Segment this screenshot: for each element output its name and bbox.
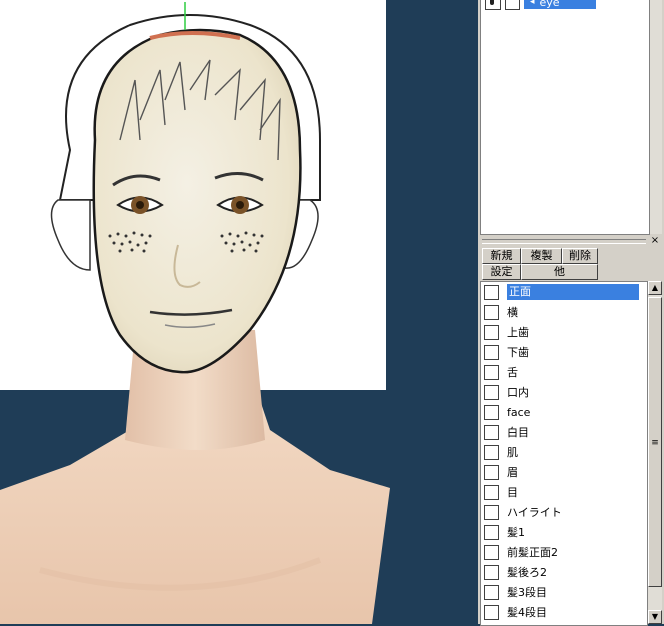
material-checkbox[interactable] [484, 444, 499, 460]
material-row[interactable]: 口内 [481, 383, 647, 401]
material-label: 前髪正面2 [507, 546, 558, 559]
new-button[interactable]: 新規 [482, 248, 521, 264]
other-button[interactable]: 他 [521, 264, 598, 280]
splitter-grip [482, 239, 646, 244]
duplicate-button[interactable]: 複製 [521, 248, 562, 264]
material-label: 白目 [507, 426, 529, 439]
material-checkbox[interactable] [484, 584, 499, 600]
material-row[interactable]: face [481, 403, 647, 421]
material-row[interactable]: 髪1 [481, 523, 647, 541]
material-row[interactable]: 上歯 [481, 323, 647, 341]
3d-viewport[interactable] [0, 0, 478, 624]
material-row[interactable]: 髪4段目 [481, 603, 647, 621]
material-checkbox[interactable] [484, 524, 499, 540]
panel-splitter[interactable]: × [478, 236, 664, 246]
model-render [0, 0, 390, 624]
material-label: 目 [507, 486, 518, 499]
material-row[interactable]: 髪3段目 [481, 583, 647, 601]
material-label: ハイライト [507, 506, 562, 519]
material-row[interactable]: 髪後ろ2 [481, 563, 647, 581]
bone-row[interactable]: eye [485, 0, 596, 10]
material-label: 舌 [507, 366, 518, 379]
material-checkbox[interactable] [484, 424, 499, 440]
material-label: 眉 [507, 466, 518, 479]
material-row[interactable]: ハイライト [481, 503, 647, 521]
material-checkbox[interactable] [484, 464, 499, 480]
material-list-scrollbar[interactable]: ▲ ≡ ▼ [648, 281, 662, 624]
material-checkbox[interactable] [484, 404, 499, 420]
material-label: 肌 [507, 446, 518, 459]
material-checkbox[interactable] [484, 504, 499, 520]
material-checkbox[interactable] [484, 304, 499, 320]
material-row[interactable]: 正面 [481, 283, 647, 301]
material-row[interactable]: 目 [481, 483, 647, 501]
bone-list-scrollbar[interactable] [650, 0, 662, 234]
side-panel: eye × 新規 複製 削除 設定 他 正面横上歯下歯舌口内 face 白目肌眉目ハ… [478, 0, 664, 626]
bone-checkbox[interactable] [505, 0, 520, 10]
material-checkbox[interactable] [484, 384, 499, 400]
scroll-down-icon[interactable]: ▼ [648, 610, 662, 624]
material-checkbox[interactable] [484, 484, 499, 500]
material-label: 髪4段目 [507, 606, 547, 619]
material-checkbox[interactable] [484, 364, 499, 380]
material-label: 横 [507, 306, 518, 319]
material-row[interactable]: 下歯 [481, 343, 647, 361]
material-checkbox[interactable] [484, 564, 499, 580]
material-checkbox[interactable] [484, 604, 499, 620]
material-row[interactable]: 肌 [481, 443, 647, 461]
material-checkbox[interactable] [484, 544, 499, 560]
material-checkbox[interactable] [484, 284, 499, 300]
scroll-up-icon[interactable]: ▲ [648, 281, 662, 295]
material-label: 口内 [507, 386, 529, 399]
material-row[interactable]: 白目 [481, 423, 647, 441]
material-list[interactable]: 正面横上歯下歯舌口内 face 白目肌眉目ハイライト髪1 前髪正面2 髪後ろ2 髪3段目髪… [480, 281, 648, 626]
material-label: face [507, 405, 531, 419]
visibility-icon[interactable] [485, 0, 501, 10]
close-icon[interactable]: × [650, 236, 660, 246]
material-row[interactable]: 横 [481, 303, 647, 321]
delete-button[interactable]: 削除 [562, 248, 598, 264]
material-row[interactable]: 前髪正面2 [481, 543, 647, 561]
material-row[interactable]: 舌 [481, 363, 647, 381]
material-label: 上歯 [507, 326, 529, 339]
material-label: 下歯 [507, 346, 529, 359]
material-label: 髪3段目 [507, 586, 547, 599]
scroll-thumb[interactable]: ≡ [648, 297, 662, 587]
settings-button[interactable]: 設定 [482, 264, 521, 280]
bone-item-eye[interactable]: eye [524, 0, 596, 9]
material-label: 髪1 [507, 526, 525, 539]
material-label: 髪後ろ2 [507, 566, 547, 579]
material-checkbox[interactable] [484, 324, 499, 340]
bone-list[interactable]: eye [480, 0, 650, 235]
material-row[interactable]: 眉 [481, 463, 647, 481]
material-checkbox[interactable] [484, 344, 499, 360]
material-label: 正面 [507, 284, 639, 300]
